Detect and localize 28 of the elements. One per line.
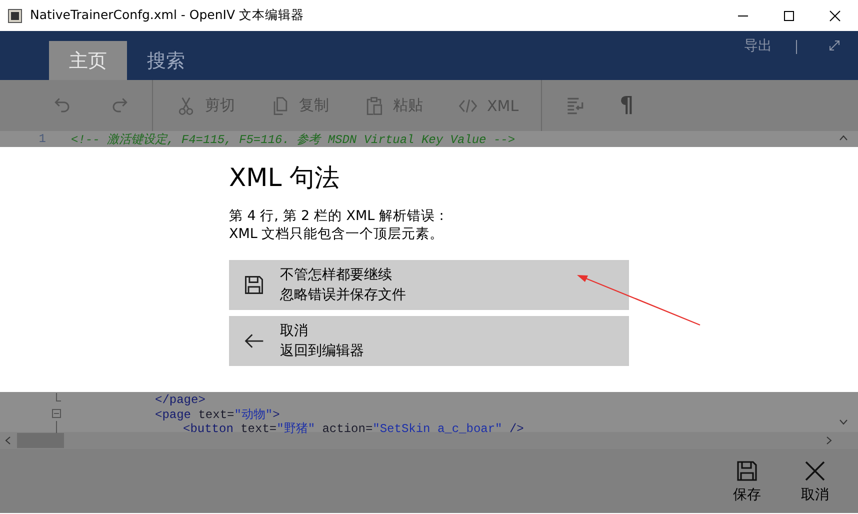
error-message: XML 文档只能包含一个顶层元素。 xyxy=(229,225,444,243)
paragraph-marks-button[interactable]: ¶ xyxy=(610,88,644,122)
window-title: NativeTrainerConfg.xml - OpenIV 文本编辑器 xyxy=(30,7,306,24)
tab[interactable]: 主页 xyxy=(49,41,127,80)
error-message: 第 4 行, 第 2 栏的 XML 解析错误 : xyxy=(229,207,444,225)
code-line: <page text="动物"> xyxy=(154,406,280,422)
close-icon xyxy=(829,10,841,22)
app-icon xyxy=(8,8,22,22)
code-line: </page> xyxy=(154,393,206,407)
maximize-icon xyxy=(783,10,795,22)
scrollbar-thumb[interactable] xyxy=(17,433,64,448)
scroll-left-icon[interactable] xyxy=(5,436,11,445)
collapse-icon[interactable] xyxy=(52,407,61,421)
continue-option[interactable]: 不管怎样都要继续 忽略错误并保存文件 xyxy=(229,260,629,310)
export-button[interactable]: 导出 xyxy=(744,37,772,55)
scroll-down-icon[interactable] xyxy=(839,419,848,425)
code-line: <button text="野猪" action="SetSkin a_c_boar" /> xyxy=(182,420,524,436)
dialog-title: XML 句法 xyxy=(229,162,340,194)
save-button[interactable]: 保存 xyxy=(722,449,772,513)
scroll-up-icon[interactable] xyxy=(839,135,848,141)
line-number: 1 xyxy=(38,132,47,146)
cancel-option[interactable]: 取消 返回到编辑器 xyxy=(229,316,629,366)
close-icon xyxy=(803,458,827,482)
expand-icon[interactable] xyxy=(829,40,840,51)
cancel-button[interactable]: 取消 xyxy=(790,449,840,513)
tab[interactable]: 搜索 xyxy=(127,41,205,80)
code-line: <!-- 激活键设定, F4=115, F5=116. 参考 MSDN Virtual Key Value --> xyxy=(71,132,516,148)
scroll-right-icon[interactable] xyxy=(826,436,832,445)
